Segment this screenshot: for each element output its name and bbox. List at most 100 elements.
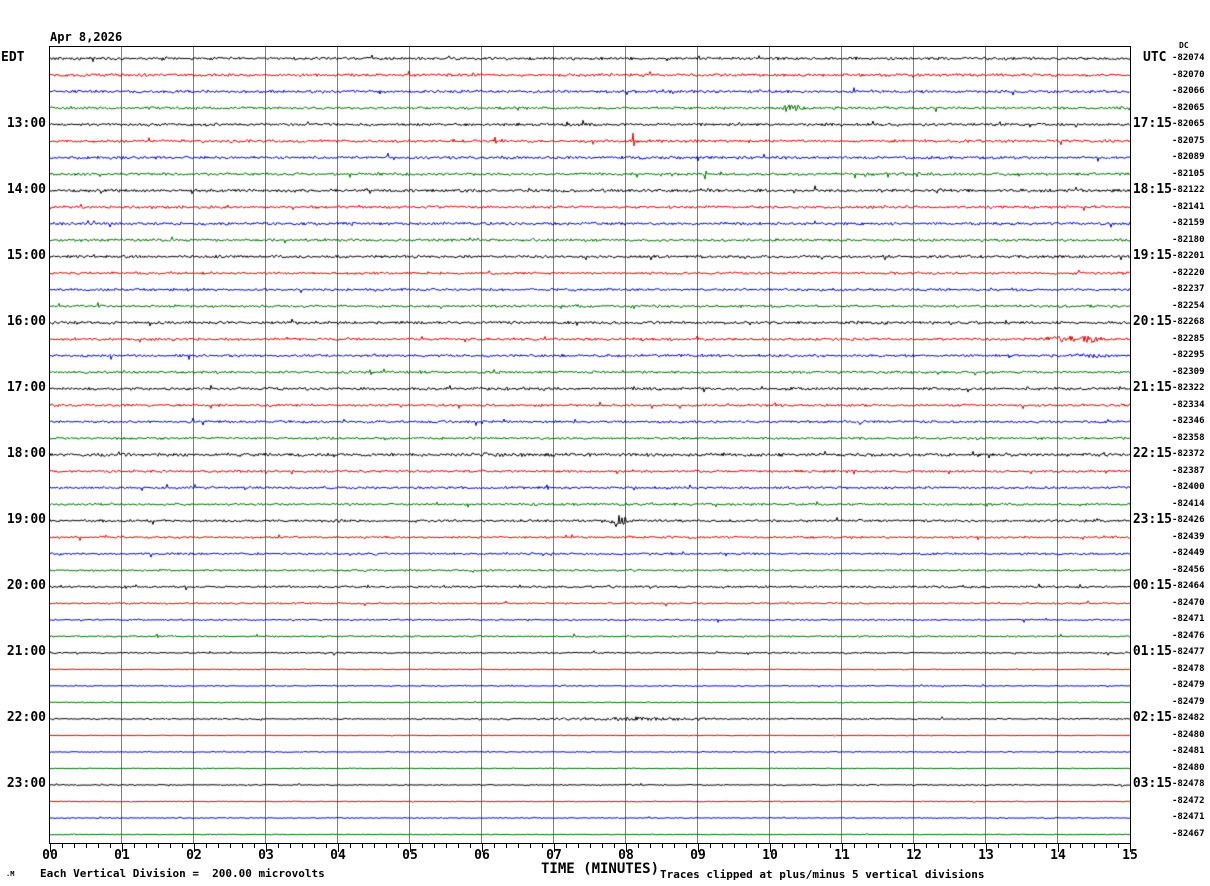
- dc-offset-row-22: -82346: [1172, 416, 1205, 427]
- minor-tick: [458, 843, 459, 848]
- dc-offset-row-41: -82480: [1172, 729, 1205, 740]
- clip-note: Traces clipped at plus/minus 5 vertical …: [660, 868, 985, 881]
- dc-offset-row-8: -82122: [1172, 185, 1205, 196]
- minor-tick: [950, 843, 951, 848]
- dc-offset-row-35: -82476: [1172, 630, 1205, 641]
- minor-tick: [386, 843, 387, 848]
- edt-label-1800: 18:00: [6, 446, 46, 462]
- minor-tick: [878, 843, 879, 848]
- minor-tick: [938, 843, 939, 848]
- x-tick-label-15: 15: [1122, 848, 1138, 863]
- dc-offset-row-2: -82066: [1172, 86, 1205, 97]
- minor-tick: [302, 843, 303, 848]
- minor-tick: [650, 843, 651, 848]
- scale-note: Each Vertical Division = 200.00 microvol…: [40, 867, 325, 880]
- x-tick-label-02: 02: [186, 848, 202, 863]
- minor-tick: [674, 843, 675, 848]
- utc-label-0015: 00:15: [1132, 578, 1172, 594]
- logo-mark: .M: [6, 870, 15, 878]
- dc-offset-row-25: -82387: [1172, 465, 1205, 476]
- minor-tick: [446, 843, 447, 848]
- edt-label-1700: 17:00: [6, 380, 46, 396]
- minor-tick: [962, 843, 963, 848]
- dc-offset-row-29: -82439: [1172, 531, 1205, 542]
- dc-offset-row-7: -82105: [1172, 168, 1205, 179]
- dc-offset-row-15: -82254: [1172, 300, 1205, 311]
- helicorder-screen: Apr 8,2026 PBMO HNZ NM 00 (Poplar Bluff,…: [0, 0, 1210, 886]
- x-tick-label-05: 05: [402, 848, 418, 863]
- seismogram-plot[interactable]: [49, 46, 1131, 844]
- minor-tick: [1022, 843, 1023, 848]
- dc-offset-row-6: -82089: [1172, 152, 1205, 163]
- minor-tick: [362, 843, 363, 848]
- x-tick-label-03: 03: [258, 848, 274, 863]
- dc-label: DC: [1179, 41, 1189, 50]
- dc-offset-row-19: -82309: [1172, 366, 1205, 377]
- utc-label-1915: 19:15: [1132, 248, 1172, 264]
- right-timezone-label: UTC: [1143, 50, 1167, 65]
- minor-tick: [290, 843, 291, 848]
- x-tick-label-10: 10: [762, 848, 778, 863]
- minor-tick: [242, 843, 243, 848]
- dc-offset-row-37: -82478: [1172, 663, 1205, 674]
- x-tick-label-01: 01: [114, 848, 130, 863]
- dc-offset-row-16: -82268: [1172, 317, 1205, 328]
- dc-offset-row-39: -82479: [1172, 696, 1205, 707]
- dc-offset-row-30: -82449: [1172, 548, 1205, 559]
- edt-label-1600: 16:00: [6, 314, 46, 330]
- dc-offset-row-36: -82477: [1172, 647, 1205, 658]
- x-tick-label-12: 12: [906, 848, 922, 863]
- dc-offset-row-12: -82201: [1172, 251, 1205, 262]
- left-timezone-label: EDT: [1, 50, 25, 65]
- edt-label-2000: 20:00: [6, 578, 46, 594]
- dc-offset-row-31: -82456: [1172, 564, 1205, 575]
- minor-tick: [866, 843, 867, 848]
- minor-tick: [146, 843, 147, 848]
- x-tick-label-11: 11: [834, 848, 850, 863]
- dc-offset-row-21: -82334: [1172, 399, 1205, 410]
- dc-offset-row-10: -82159: [1172, 218, 1205, 229]
- minor-tick: [1034, 843, 1035, 848]
- utc-label-2215: 22:15: [1132, 446, 1172, 462]
- minor-tick: [806, 843, 807, 848]
- dc-offset-row-46: -82471: [1172, 812, 1205, 823]
- dc-offset-row-17: -82285: [1172, 333, 1205, 344]
- x-tick-label-04: 04: [330, 848, 346, 863]
- dc-offset-row-44: -82478: [1172, 779, 1205, 790]
- dc-offset-row-4: -82065: [1172, 119, 1205, 130]
- edt-label-2100: 21:00: [6, 644, 46, 660]
- minor-tick: [506, 843, 507, 848]
- minor-tick: [98, 843, 99, 848]
- minor-tick: [746, 843, 747, 848]
- dc-offset-row-32: -82464: [1172, 581, 1205, 592]
- minor-tick: [1082, 843, 1083, 848]
- dc-offset-row-26: -82400: [1172, 482, 1205, 493]
- minor-tick: [662, 843, 663, 848]
- utc-label-2015: 20:15: [1132, 314, 1172, 330]
- minor-tick: [314, 843, 315, 848]
- utc-label-2115: 21:15: [1132, 380, 1172, 396]
- minor-tick: [530, 843, 531, 848]
- edt-label-2300: 23:00: [6, 776, 46, 792]
- minor-tick: [890, 843, 891, 848]
- minor-tick: [602, 843, 603, 848]
- minor-tick: [734, 843, 735, 848]
- dc-offset-row-27: -82414: [1172, 498, 1205, 509]
- x-axis-title: TIME (MINUTES): [540, 861, 660, 877]
- edt-label-1500: 15:00: [6, 248, 46, 264]
- minor-tick: [158, 843, 159, 848]
- dc-offset-row-20: -82322: [1172, 383, 1205, 394]
- minor-tick: [578, 843, 579, 848]
- dc-offset-row-43: -82480: [1172, 762, 1205, 773]
- utc-label-2315: 23:15: [1132, 512, 1172, 528]
- dc-offset-row-47: -82467: [1172, 829, 1205, 839]
- dc-offset-row-13: -82220: [1172, 267, 1205, 278]
- dc-offset-row-23: -82358: [1172, 432, 1205, 443]
- minor-tick: [518, 843, 519, 848]
- trace-canvas[interactable]: [50, 47, 1130, 843]
- dc-offset-row-14: -82237: [1172, 284, 1205, 295]
- dc-offset-row-5: -82075: [1172, 135, 1205, 146]
- utc-label-1715: 17:15: [1132, 116, 1172, 132]
- x-tick-label-00: 00: [42, 848, 58, 863]
- minor-tick: [794, 843, 795, 848]
